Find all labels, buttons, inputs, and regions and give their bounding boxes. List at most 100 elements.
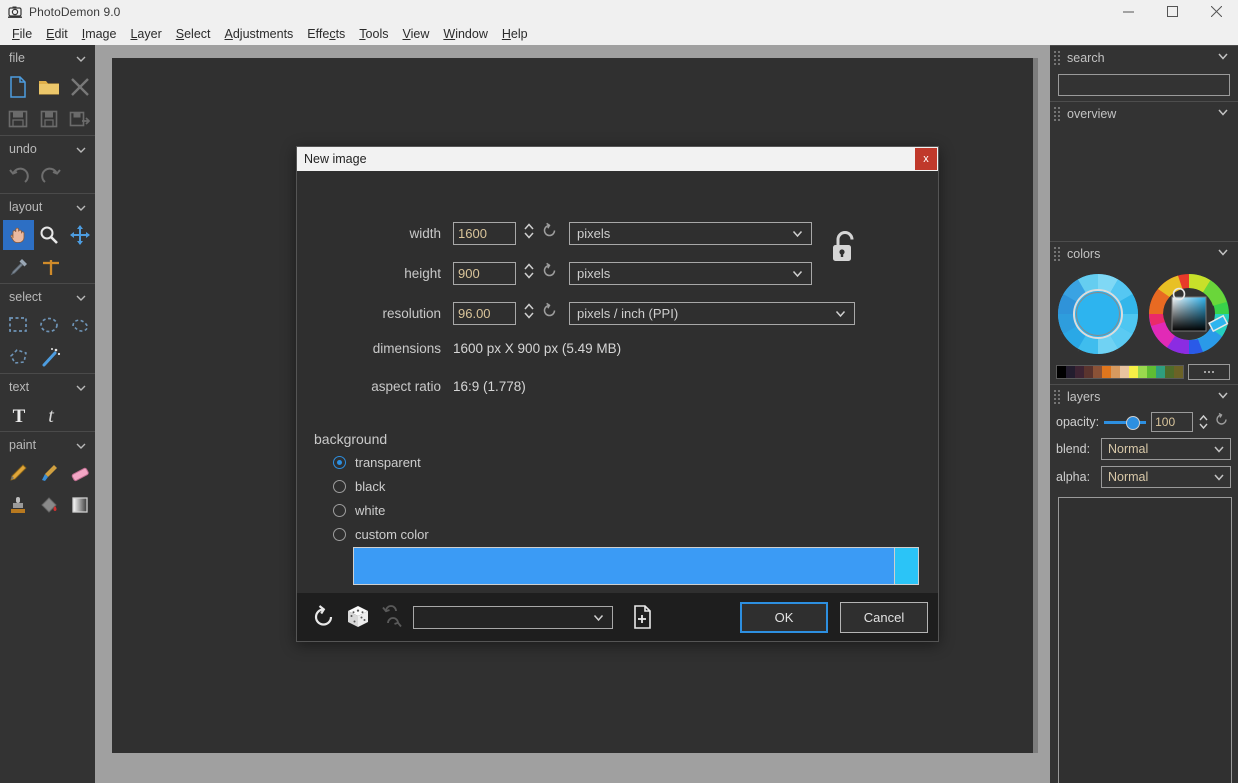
maximize-icon[interactable] — [1150, 0, 1194, 23]
color-variation-wheel[interactable] — [1056, 272, 1140, 361]
chevron-down-icon[interactable] — [1216, 388, 1230, 407]
alpha-mode-select[interactable]: Normal — [1101, 466, 1231, 488]
color-swatch[interactable] — [1174, 366, 1183, 378]
color-swatch[interactable] — [1102, 366, 1111, 378]
dice-icon[interactable] — [341, 600, 375, 634]
width-reset-icon[interactable] — [541, 222, 558, 244]
open-folder-icon[interactable] — [34, 72, 65, 102]
toolbox-section-undo[interactable]: undo — [0, 135, 95, 161]
color-swatch[interactable] — [1075, 366, 1084, 378]
height-unit-select[interactable]: pixels — [569, 262, 812, 285]
toolbox-section-file[interactable]: file — [0, 45, 95, 71]
polygon-select-icon[interactable] — [3, 342, 35, 372]
export-icon[interactable] — [64, 104, 95, 134]
magic-wand-icon[interactable] — [35, 342, 67, 372]
radio-transparent[interactable]: transparent — [333, 455, 421, 470]
save-preset-icon[interactable] — [625, 600, 659, 634]
color-swatch[interactable] — [1147, 366, 1156, 378]
drag-grip-icon[interactable] — [1054, 107, 1063, 121]
menu-adjustments[interactable]: Adjustments — [218, 25, 301, 43]
menu-file[interactable]: File — [5, 25, 39, 43]
radio-black[interactable]: black — [333, 479, 385, 494]
resolution-input[interactable]: 96.00 — [453, 302, 516, 325]
resolution-reset-icon[interactable] — [541, 302, 558, 324]
chevron-down-icon[interactable] — [1216, 245, 1230, 264]
menu-select[interactable]: Select — [169, 25, 218, 43]
menu-layer[interactable]: Layer — [123, 25, 168, 43]
move-tool-icon[interactable] — [64, 220, 95, 250]
gradient-tool-icon[interactable] — [64, 490, 95, 520]
opacity-slider[interactable] — [1104, 413, 1146, 431]
preset-select[interactable] — [413, 606, 613, 629]
rect-select-icon[interactable] — [3, 310, 34, 340]
drag-grip-icon[interactable] — [1054, 390, 1063, 404]
blend-mode-select[interactable]: Normal — [1101, 438, 1231, 460]
cancel-button[interactable]: Cancel — [840, 602, 928, 633]
panel-header-overview[interactable]: overview — [1050, 101, 1238, 126]
measure-tool-icon[interactable] — [35, 252, 67, 282]
toolbox-section-select[interactable]: select — [0, 283, 95, 309]
menu-help[interactable]: Help — [495, 25, 535, 43]
width-stepper[interactable] — [523, 221, 535, 246]
resolution-unit-select[interactable]: pixels / inch (PPI) — [569, 302, 855, 325]
layer-list[interactable] — [1058, 497, 1232, 783]
new-file-icon[interactable] — [3, 72, 34, 102]
color-hue-wheel[interactable] — [1146, 272, 1232, 361]
color-swatch[interactable] — [1156, 366, 1165, 378]
search-input[interactable] — [1058, 74, 1230, 96]
menu-tools[interactable]: Tools — [352, 25, 395, 43]
close-icon[interactable]: x — [915, 148, 937, 170]
custom-color-current[interactable] — [354, 548, 894, 584]
drag-grip-icon[interactable] — [1054, 247, 1063, 261]
custom-color-picker[interactable] — [353, 547, 919, 585]
reset-icon[interactable] — [307, 600, 341, 634]
fancy-text-tool-icon[interactable]: t — [35, 400, 67, 430]
more-colors-icon[interactable] — [1188, 364, 1230, 380]
color-swatch[interactable] — [1057, 366, 1066, 378]
close-image-icon[interactable] — [64, 72, 95, 102]
minimize-icon[interactable] — [1106, 0, 1150, 23]
chevron-down-icon[interactable] — [1216, 49, 1230, 68]
menu-view[interactable]: View — [395, 25, 436, 43]
custom-color-previous[interactable] — [894, 548, 918, 584]
radio-white[interactable]: white — [333, 503, 385, 518]
text-tool-icon[interactable]: T — [3, 400, 35, 430]
paint-bucket-icon[interactable] — [34, 490, 65, 520]
menu-image[interactable]: Image — [75, 25, 124, 43]
ellipse-select-icon[interactable] — [34, 310, 65, 340]
menu-effects[interactable]: Effects — [300, 25, 352, 43]
toolbox-section-paint[interactable]: paint — [0, 431, 95, 457]
color-swatch[interactable] — [1165, 366, 1174, 378]
ok-button[interactable]: OK — [740, 602, 828, 633]
undo-icon[interactable] — [3, 162, 35, 192]
save-as-icon[interactable] — [34, 104, 65, 134]
eyedropper-tool-icon[interactable] — [3, 252, 35, 282]
hand-tool-icon[interactable] — [3, 220, 34, 250]
close-icon[interactable] — [1194, 0, 1238, 23]
color-swatch[interactable] — [1084, 366, 1093, 378]
clone-stamp-icon[interactable] — [3, 490, 34, 520]
opacity-stepper[interactable] — [1198, 413, 1209, 431]
save-icon[interactable] — [3, 104, 34, 134]
color-swatch[interactable] — [1066, 366, 1075, 378]
color-swatch[interactable] — [1129, 366, 1138, 378]
toolbox-section-layout[interactable]: layout — [0, 193, 95, 219]
color-swatches[interactable] — [1056, 365, 1184, 379]
paintbrush-tool-icon[interactable] — [34, 458, 65, 488]
menu-window[interactable]: Window — [436, 25, 494, 43]
color-swatch[interactable] — [1111, 366, 1120, 378]
height-input[interactable]: 900 — [453, 262, 516, 285]
undo-redo-small-icons[interactable] — [375, 600, 409, 634]
menu-edit[interactable]: Edit — [39, 25, 75, 43]
opacity-input[interactable]: 100 — [1151, 412, 1193, 432]
zoom-tool-icon[interactable] — [34, 220, 65, 250]
drag-grip-icon[interactable] — [1054, 51, 1063, 65]
radio-custom-color[interactable]: custom color — [333, 527, 429, 542]
color-swatch[interactable] — [1093, 366, 1102, 378]
color-swatch[interactable] — [1120, 366, 1129, 378]
unlocked-aspect-ratio-icon[interactable] — [828, 227, 862, 276]
panel-header-layers[interactable]: layers — [1050, 384, 1238, 409]
eraser-tool-icon[interactable] — [64, 458, 95, 488]
height-stepper[interactable] — [523, 261, 535, 286]
opacity-reset-icon[interactable] — [1214, 412, 1229, 432]
